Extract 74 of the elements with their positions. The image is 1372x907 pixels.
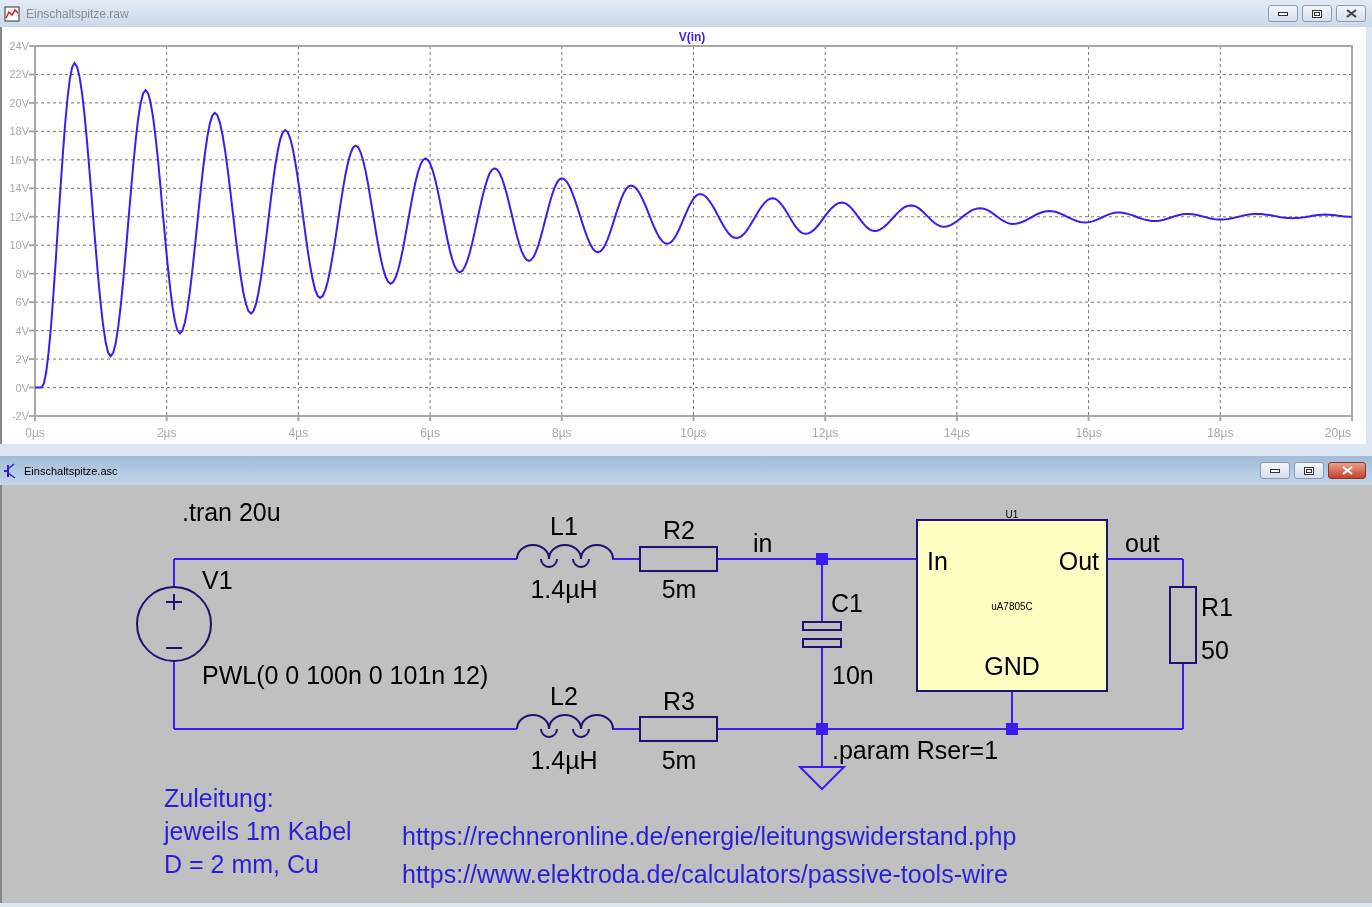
axis-tick-label: 8V	[15, 267, 29, 280]
net-label: in	[753, 529, 773, 557]
component-value: uA7805C	[991, 601, 1033, 612]
axis-tick-label: 16µs	[1075, 426, 1102, 440]
wire	[611, 558, 641, 560]
component-value: 5m	[661, 575, 697, 603]
url-text: https://rechneronline.de/energie/leitungswiderstand.php	[402, 822, 1017, 850]
component-value: PWL(0 0 100n 0 101n 12)	[202, 661, 489, 689]
axis-tick-label: 2V	[15, 353, 29, 366]
axis-tick-label: 14V	[9, 182, 29, 195]
maximize-icon	[1304, 466, 1314, 475]
minimize-icon	[1278, 11, 1288, 16]
axis-tick-label: 12µs	[812, 426, 839, 440]
spice-directive: .tran 20u	[182, 498, 281, 526]
component-value: 10n	[832, 661, 874, 689]
axis-tick-label: 6µs	[420, 426, 440, 440]
component-label: L2	[550, 682, 578, 710]
comment-text: Zuleitung:	[164, 784, 274, 812]
pin-label: Out	[1058, 547, 1099, 575]
wire	[611, 728, 641, 730]
maximize-button[interactable]	[1302, 5, 1332, 22]
net-label: out	[1125, 529, 1160, 557]
legend-label: V(in)	[678, 30, 706, 44]
component-value: 1.4µH	[530, 575, 598, 603]
axis-tick-label: 20µs	[1324, 426, 1352, 440]
chart-icon	[4, 5, 20, 22]
url-text: https://www.elektroda.de/calculators/passive-tools-wire	[402, 860, 1008, 888]
axis-tick-label: 14µs	[943, 426, 971, 440]
axis-tick-label: 4µs	[288, 426, 309, 440]
axis-tick-label: 24V	[9, 40, 29, 52]
minimize-button[interactable]	[1260, 462, 1290, 479]
axis-tick-label: 12V	[9, 210, 29, 223]
axis-tick-label: 10V	[9, 239, 29, 252]
comment-text: jeweils 1m Kabel	[164, 817, 352, 845]
capacitor-symbol	[802, 621, 842, 648]
component-label: R1	[1201, 593, 1233, 621]
axis-tick-label: 22V	[9, 68, 29, 81]
component-label: L1	[550, 512, 578, 540]
minimize-button[interactable]	[1268, 5, 1298, 22]
close-button[interactable]	[1328, 462, 1366, 479]
axis-tick-label: 16V	[9, 153, 29, 166]
close-icon	[1341, 466, 1353, 475]
component-label: V1	[202, 566, 233, 594]
ground-symbol	[797, 766, 847, 791]
axis-tick-label: 6V	[15, 296, 29, 309]
axis-tick-label: 2µs	[156, 426, 177, 440]
axis-tick-label: 10µs	[680, 426, 707, 440]
pin-label: GND	[984, 652, 1040, 680]
axis-tick-label: 18V	[9, 125, 29, 138]
axis-tick-label: 8µs	[552, 426, 572, 440]
axis-tick-label: 0µs	[25, 426, 45, 440]
window-title: Einschaltspitze.raw	[26, 6, 130, 21]
component-value: 1.4µH	[530, 746, 598, 774]
axis-tick-label: 18µs	[1207, 426, 1234, 440]
spice-directive: .param Rser=1	[832, 736, 999, 764]
component-label: U1	[1005, 509, 1019, 520]
maximize-button[interactable]	[1294, 462, 1324, 479]
component-label: R3	[663, 687, 695, 715]
maximize-icon	[1312, 9, 1322, 18]
component-value: 50	[1201, 636, 1229, 664]
comment-text: D = 2 mm, Cu	[164, 850, 319, 878]
component-value: 5m	[661, 746, 697, 774]
component-label: R2	[663, 516, 695, 544]
transistor-icon	[4, 462, 18, 479]
axis-tick-label: 0V	[15, 381, 29, 394]
close-icon	[1345, 9, 1357, 18]
axis-tick-label: 4V	[15, 324, 29, 337]
axis-tick-label: -2V	[11, 410, 29, 422]
close-button[interactable]	[1336, 5, 1366, 22]
axis-tick-label: 20V	[9, 96, 29, 109]
window-title: Einschaltspitze.asc	[24, 464, 119, 477]
pin-label: In	[927, 547, 948, 575]
minimize-icon	[1270, 468, 1280, 473]
component-label: C1	[831, 589, 863, 617]
